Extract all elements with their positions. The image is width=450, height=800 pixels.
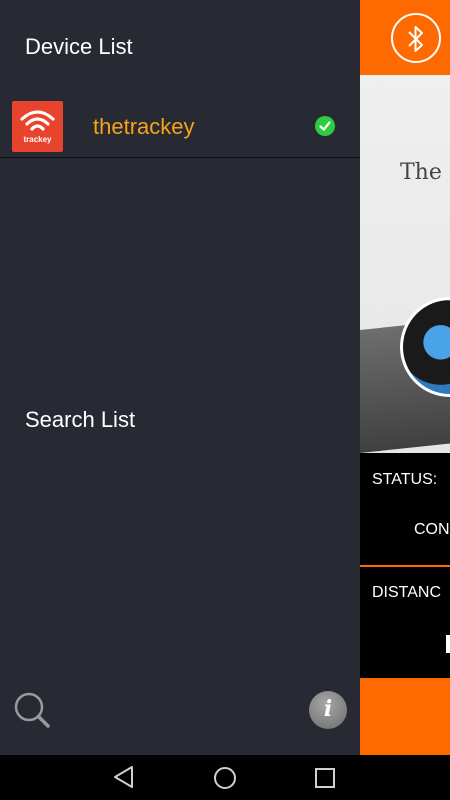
device-list-item[interactable]: trackey thetrackey xyxy=(0,96,360,158)
search-button[interactable] xyxy=(12,690,52,730)
system-nav-bar xyxy=(0,755,450,800)
wifi-icon xyxy=(20,110,55,131)
trackey-logo: trackey xyxy=(12,101,63,152)
device-list-title: Device List xyxy=(25,34,133,59)
device-name: thetrackey xyxy=(93,114,195,139)
main-screen: The c STATUS: CON DISTANC xyxy=(360,0,450,755)
status-label: STATUS: xyxy=(372,471,438,488)
distance-panel: DISTANC xyxy=(360,567,450,678)
bluetooth-button[interactable] xyxy=(391,13,441,63)
bluetooth-icon xyxy=(408,26,423,52)
main-bottom-bar[interactable] xyxy=(360,678,450,755)
info-button[interactable]: i xyxy=(309,691,347,729)
home-icon[interactable] xyxy=(213,766,237,790)
navigation-drawer: Device List trackey thetrackey Search Li… xyxy=(0,0,360,755)
distance-value xyxy=(446,635,450,653)
hero-image: The c xyxy=(360,75,450,453)
connected-check-icon xyxy=(315,116,335,136)
back-icon[interactable] xyxy=(112,765,136,789)
search-icon xyxy=(14,692,50,728)
hero-tagline: The c xyxy=(400,160,450,185)
info-icon: i xyxy=(323,696,333,722)
search-list-title: Search List xyxy=(25,407,136,432)
status-value: CON xyxy=(414,521,450,538)
distance-label: DISTANC xyxy=(372,584,442,601)
main-top-bar xyxy=(360,0,450,75)
status-panel: STATUS: CON xyxy=(360,453,450,565)
logo-text: trackey xyxy=(23,135,52,144)
recent-apps-icon[interactable] xyxy=(314,767,336,789)
